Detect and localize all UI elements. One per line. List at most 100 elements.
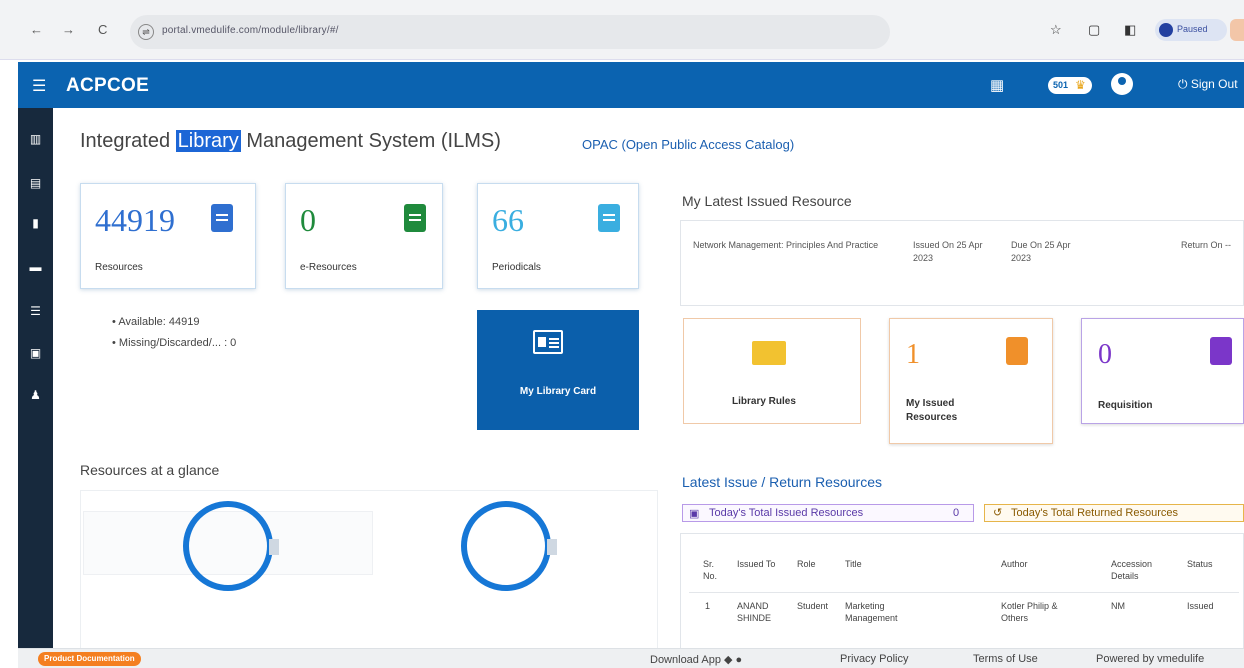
issue-return-title: Latest Issue / Return Resources bbox=[682, 474, 882, 490]
e-resources-card[interactable]: 0 e-Resources bbox=[285, 183, 443, 289]
left-sidebar: ▥ ▤ ▮ ▬ ☰ ▣ ♟ bbox=[18, 108, 53, 648]
resources-label: Resources bbox=[95, 262, 143, 273]
card-icon[interactable]: ▬ bbox=[18, 260, 53, 274]
page-footer: Product Documentation Download App ◆ ● P… bbox=[18, 648, 1244, 668]
available-item: • Available: 44919 bbox=[112, 316, 200, 328]
forward-icon[interactable]: → bbox=[62, 22, 75, 37]
donut-gap bbox=[547, 539, 557, 555]
resources-count: 44919 bbox=[95, 202, 175, 238]
e-resources-label: e-Resources bbox=[300, 262, 357, 273]
reload-icon[interactable]: C bbox=[98, 22, 107, 37]
issue-return-table: Sr. No. Issued To Role Title Author Acce… bbox=[680, 533, 1244, 653]
issued-resource-title: Network Management: Principles And Pract… bbox=[693, 240, 879, 250]
browser-toolbar: ← → C ⇌ portal.vmedulife.com/module/libr… bbox=[0, 0, 1244, 60]
todays-issued-pill[interactable]: ▣ Today's Total Issued Resources 0 bbox=[682, 504, 974, 522]
menu-icon[interactable]: ☰ bbox=[32, 76, 46, 96]
todays-issued-count: 0 bbox=[953, 507, 960, 519]
resources-at-glance-title: Resources at a glance bbox=[80, 462, 220, 478]
library-rules-label: Library Rules bbox=[732, 396, 796, 407]
my-issued-resources-label: My Issued Resources bbox=[906, 398, 958, 423]
document-icon[interactable]: ▤ bbox=[18, 176, 53, 190]
table-header: Role bbox=[797, 559, 816, 569]
return-on: Return On -- bbox=[1181, 240, 1232, 250]
availability-list: • Available: 44919 • Missing/Discarded/.… bbox=[112, 316, 236, 358]
resources-card[interactable]: 44919 Resources bbox=[80, 183, 256, 289]
opac-link[interactable]: OPAC (Open Public Access Catalog) bbox=[582, 137, 794, 152]
latest-issued-box: Network Management: Principles And Pract… bbox=[680, 220, 1244, 306]
profile-label: Paused bbox=[1177, 24, 1208, 34]
todays-returned-label: Today's Total Returned Resources bbox=[1011, 507, 1178, 519]
bookmark-star-icon[interactable]: ☆ bbox=[1050, 22, 1062, 38]
url-text: portal.vmedulife.com/module/library/#/ bbox=[162, 25, 339, 36]
address-bar[interactable]: ⇌ portal.vmedulife.com/module/library/#/ bbox=[130, 15, 890, 49]
calendar-icon: ▣ bbox=[689, 508, 700, 520]
row-divider bbox=[689, 592, 1239, 593]
book-icon bbox=[211, 204, 233, 232]
terms-of-use-link[interactable]: Terms of Use bbox=[973, 653, 1038, 665]
table-header: Sr. No. bbox=[703, 559, 718, 581]
users-icon[interactable]: ♟ bbox=[18, 388, 53, 402]
app-header: ☰ ACPCOE ▦ 501 ♛ ⏻ Sign Out bbox=[18, 62, 1244, 108]
issued-count: 1 bbox=[906, 339, 920, 370]
sign-out-label: Sign Out bbox=[1190, 77, 1238, 91]
book-icon bbox=[598, 204, 620, 232]
table-header: Title bbox=[845, 559, 862, 569]
apple-icon: ● bbox=[735, 654, 743, 666]
page-title: Integrated Library Management System (IL… bbox=[80, 130, 501, 152]
requisition-count: 0 bbox=[1098, 339, 1112, 370]
todays-returned-pill[interactable]: ↺ Today's Total Returned Resources bbox=[984, 504, 1244, 522]
sidepanel-icon[interactable]: ◧ bbox=[1124, 22, 1136, 38]
e-resources-count: 0 bbox=[300, 202, 316, 238]
library-rules-tile[interactable]: Library Rules bbox=[683, 318, 861, 424]
powered-by-text: Powered by vmedulife bbox=[1096, 653, 1205, 665]
id-card-icon bbox=[533, 330, 563, 354]
extension-icon[interactable] bbox=[1230, 19, 1244, 41]
table-header: Author bbox=[1001, 559, 1028, 569]
book-icon bbox=[404, 204, 426, 232]
site-info-icon[interactable]: ⇌ bbox=[138, 24, 154, 40]
my-library-card-label: My Library Card bbox=[519, 386, 597, 397]
return-icon: ↺ bbox=[993, 507, 1003, 519]
points-badge[interactable]: 501 ♛ bbox=[1048, 77, 1092, 94]
requisition-label: Requisition bbox=[1098, 400, 1153, 411]
periodicals-count: 66 bbox=[492, 202, 524, 238]
due-on: Due On 25 Apr 2023 bbox=[1011, 240, 1071, 263]
institution-icon[interactable]: ▥ bbox=[18, 132, 53, 146]
table-header: Issued To bbox=[737, 559, 776, 569]
table-header: Accession Details bbox=[1111, 559, 1153, 581]
rules-icon bbox=[752, 341, 786, 365]
sign-out-button[interactable]: ⏻ Sign Out bbox=[1178, 77, 1238, 92]
points-count: 501 bbox=[1053, 80, 1069, 90]
trophy-icon: ♛ bbox=[1075, 78, 1086, 92]
requisition-tile[interactable]: 0 Requisition bbox=[1081, 318, 1244, 424]
user-profile-icon[interactable] bbox=[1111, 73, 1133, 95]
profile-button[interactable]: Paused bbox=[1155, 19, 1227, 41]
todays-issued-label: Today's Total Issued Resources bbox=[709, 507, 864, 519]
issued-on: Issued On 25 Apr 2023 bbox=[913, 240, 983, 263]
resources-donut[interactable] bbox=[183, 501, 273, 591]
table-header: Status bbox=[1187, 559, 1213, 569]
my-issued-resources-tile[interactable]: 1 My Issued Resources bbox=[889, 318, 1053, 444]
privacy-policy-link[interactable]: Privacy Policy bbox=[840, 653, 908, 665]
apps-grid-icon[interactable]: ▦ bbox=[990, 76, 1004, 94]
extensions-icon[interactable]: ▢ bbox=[1088, 22, 1100, 38]
file-icon[interactable]: ▮ bbox=[18, 216, 53, 230]
book-icon bbox=[1006, 337, 1028, 365]
e-resources-donut[interactable] bbox=[461, 501, 551, 591]
missing-item: • Missing/Discarded/... : 0 bbox=[112, 337, 237, 349]
my-library-card-button[interactable]: My Library Card bbox=[477, 310, 639, 430]
list-icon[interactable]: ☰ bbox=[18, 304, 53, 318]
back-icon[interactable]: ← bbox=[30, 22, 43, 37]
periodicals-label: Periodicals bbox=[492, 262, 541, 273]
profile-avatar-icon bbox=[1159, 23, 1173, 37]
donut-gap bbox=[269, 539, 279, 555]
download-app-link[interactable]: Download App ◆ ● bbox=[650, 653, 742, 666]
periodicals-card[interactable]: 66 Periodicals bbox=[477, 183, 639, 289]
resources-glance-panel bbox=[80, 490, 658, 650]
product-documentation-button[interactable]: Product Documentation bbox=[38, 652, 141, 666]
android-icon: ◆ bbox=[724, 654, 733, 666]
book-icon bbox=[1210, 337, 1232, 365]
latest-issued-title: My Latest Issued Resource bbox=[682, 193, 852, 209]
book-icon[interactable]: ▣ bbox=[18, 346, 53, 360]
app-title: ACPCOE bbox=[66, 75, 150, 96]
